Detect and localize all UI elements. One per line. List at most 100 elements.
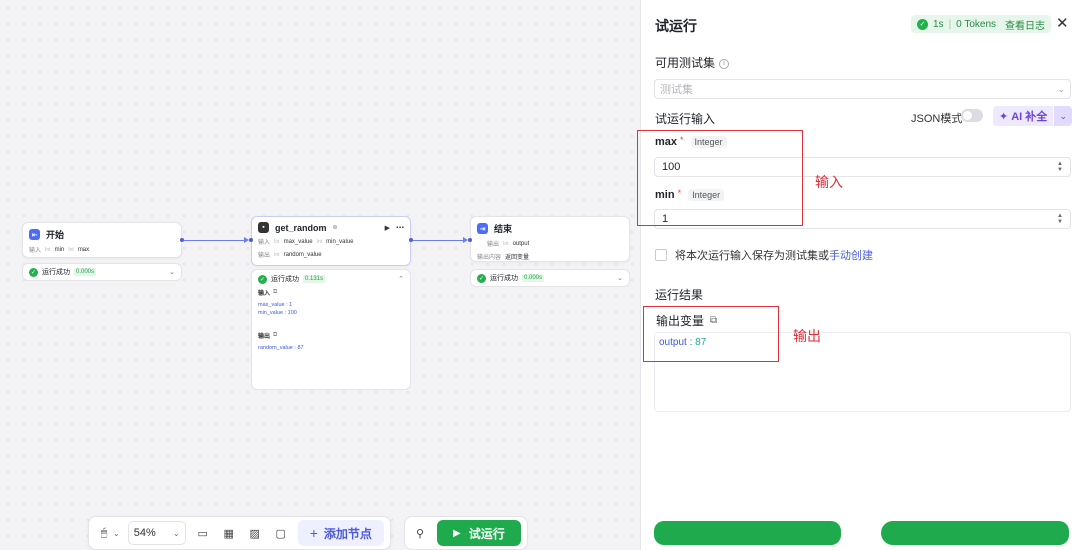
get-random-input-port[interactable] — [249, 238, 253, 242]
success-icon: ✓ — [29, 267, 38, 277]
get-random-run-detail: ✓ 运行成功 0.131s ⌃ 输入 ⧉ max_value : 1 min_v… — [251, 269, 411, 390]
end-input-port[interactable] — [468, 238, 472, 242]
input-max-value: max_value — [283, 238, 313, 245]
plugin-icon: ⊜ — [332, 225, 338, 231]
more-icon[interactable]: ⋯ — [396, 223, 404, 232]
end-answer-value: 返回变量 — [505, 255, 530, 261]
success-icon: ✓ — [258, 274, 267, 284]
play-icon[interactable]: ▶ — [385, 224, 390, 232]
detail-input-label: 输入 — [258, 291, 271, 297]
layout-icon[interactable]: ▦ — [220, 524, 238, 542]
test-run-panel: 试运行 ✓ 1s | 0 Tokens 查看日志 ✕ 可用测试集 i 测试集 ⌄ … — [640, 0, 1080, 550]
view-log-link[interactable]: 查看日志 — [1005, 17, 1045, 32]
get-random-output-label: 输出 — [258, 253, 271, 259]
ai-fill-button[interactable]: ✦ AI 补全 ⌄ — [993, 106, 1073, 126]
start-input-label: 输入 — [29, 248, 42, 254]
stat-tokens: 0 Tokens — [956, 18, 997, 30]
start-status-bar[interactable]: ✓ 运行成功 0.000s ⌄ — [22, 263, 182, 281]
mouse-mode-icon[interactable]: 🖱 — [95, 524, 113, 542]
output-annotation-text: 输出 — [793, 328, 821, 344]
stepper-icon[interactable]: ▲ ▼ — [1057, 213, 1063, 225]
zoom-select[interactable]: 54% ⌄ — [127, 521, 186, 545]
close-icon[interactable]: ✕ — [1056, 14, 1069, 32]
start-time-badge: 0.000s — [74, 268, 97, 276]
zoom-value: 54% — [133, 527, 156, 539]
code-icon: ▪ — [258, 222, 269, 233]
get-random-status-text: 运行成功 — [271, 276, 299, 283]
add-node-button[interactable]: + 添加节点 — [297, 520, 384, 546]
get-random-node-title: get_random — [275, 222, 327, 233]
start-field-min: min — [54, 246, 65, 253]
end-answer-label: 输出内容 — [477, 255, 502, 261]
success-icon: ✓ — [477, 273, 486, 283]
run-input-section-label: 试运行输入 — [655, 112, 716, 126]
testset-label: 可用测试集 i — [655, 54, 730, 71]
manual-create-link[interactable]: 手动创建 — [829, 250, 873, 262]
start-icon: ⇤ — [29, 229, 40, 240]
detail-input-max: max_value : 1 — [258, 302, 293, 308]
test-run-label: 试运行 — [468, 526, 505, 541]
success-icon: ✓ — [917, 18, 928, 30]
chevron-down-icon[interactable]: ⌄ — [169, 268, 175, 276]
testset-select[interactable]: 测试集 ⌄ — [654, 79, 1071, 99]
chevron-down-icon: ⌄ — [1057, 83, 1065, 94]
chevron-up-icon[interactable]: ⌃ — [398, 275, 404, 283]
detail-output-label: 输出 — [258, 334, 271, 340]
detail-output-random: random_value : 87 — [258, 345, 304, 351]
end-status-text: 运行成功 — [490, 275, 518, 282]
start-node[interactable]: ⇤ 开始 输入 Int min Int max — [22, 222, 182, 258]
end-output-field: output — [512, 240, 530, 247]
sparkle-icon: ✦ — [999, 110, 1009, 123]
chevron-down-icon: ⌄ — [173, 528, 180, 538]
end-status-bar[interactable]: ✓ 运行成功 0.000s ⌄ — [470, 269, 630, 287]
get-random-node[interactable]: ▪ get_random ⊜ ▶ ⋯ 输入 Int max_value Int mi… — [251, 216, 411, 266]
start-field-max: max — [77, 246, 90, 253]
image-icon[interactable]: ▨ — [246, 524, 264, 542]
end-icon: ⇥ — [477, 223, 488, 234]
copy-icon[interactable]: ⧉ — [273, 289, 277, 296]
play-icon: ▶ — [453, 527, 461, 539]
save-testset-checkbox[interactable] — [655, 249, 667, 261]
plus-icon: + — [309, 525, 318, 541]
footer-green-bar-right[interactable] — [881, 521, 1069, 545]
panel-title: 试运行 — [655, 18, 697, 34]
end-node[interactable]: ⇥ 结束 输出 Int output 输出内容 返回变量 — [470, 216, 630, 262]
testset-placeholder: 测试集 — [660, 84, 693, 96]
workflow-canvas[interactable]: ⇤ 开始 输入 Int min Int max ✓ 运行成功 0.000s ⌄ ▪ … — [0, 0, 640, 550]
detail-input-min: min_value : 100 — [258, 310, 297, 316]
end-output-label: 输出 — [487, 242, 500, 248]
json-mode-toggle[interactable] — [961, 109, 983, 122]
edge-start-to-get-random — [184, 240, 246, 241]
save-testset-row: 将本次运行输入保存为测试集或手动创建 — [655, 247, 873, 263]
get-random-input-label: 输入 — [258, 240, 271, 246]
ai-fill-label: AI 补全 — [1011, 111, 1048, 123]
edge-get-random-to-end — [413, 240, 465, 241]
output-annotation-box — [643, 306, 779, 362]
run-result-section-label: 运行结果 — [655, 288, 704, 302]
info-icon[interactable]: i — [719, 58, 730, 69]
run-toolbar: ⚲ ▶ 试运行 — [404, 516, 528, 550]
save-testset-text: 将本次运行输入保存为测试集或 — [675, 250, 829, 262]
comment-icon[interactable]: ▭ — [194, 524, 212, 542]
chevron-down-icon[interactable]: ⌄ — [1054, 106, 1073, 126]
output-random-value: random_value — [283, 251, 322, 258]
canvas-toolbar: 🖱 ⌄ 54% ⌄ ▭ ▦ ▨ ▢ + 添加节点 — [88, 516, 391, 550]
end-time-badge: 0.000s — [522, 274, 545, 282]
get-random-time-badge: 0.131s — [303, 275, 326, 283]
stepper-icon[interactable]: ▲ ▼ — [1057, 161, 1063, 173]
copy-icon[interactable]: ⧉ — [273, 332, 277, 339]
start-status-text: 运行成功 — [42, 269, 70, 276]
chevron-down-icon[interactable]: ⌄ — [113, 529, 120, 538]
start-node-title: 开始 — [46, 230, 65, 240]
chevron-down-icon[interactable]: ⌄ — [617, 274, 623, 282]
minimap-icon[interactable]: ▢ — [272, 524, 290, 542]
debug-icon[interactable]: ⚲ — [411, 524, 429, 542]
run-stats-badge[interactable]: ✓ 1s | 0 Tokens 查看日志 — [911, 15, 1052, 33]
end-node-title: 结束 — [494, 224, 513, 234]
add-node-label: 添加节点 — [323, 526, 372, 541]
footer-green-bar-left[interactable] — [654, 521, 841, 545]
stat-time: 1s — [933, 18, 944, 30]
test-run-button[interactable]: ▶ 试运行 — [437, 520, 521, 546]
input-annotation-box — [637, 130, 803, 226]
json-mode-label: JSON模式 — [911, 113, 963, 125]
